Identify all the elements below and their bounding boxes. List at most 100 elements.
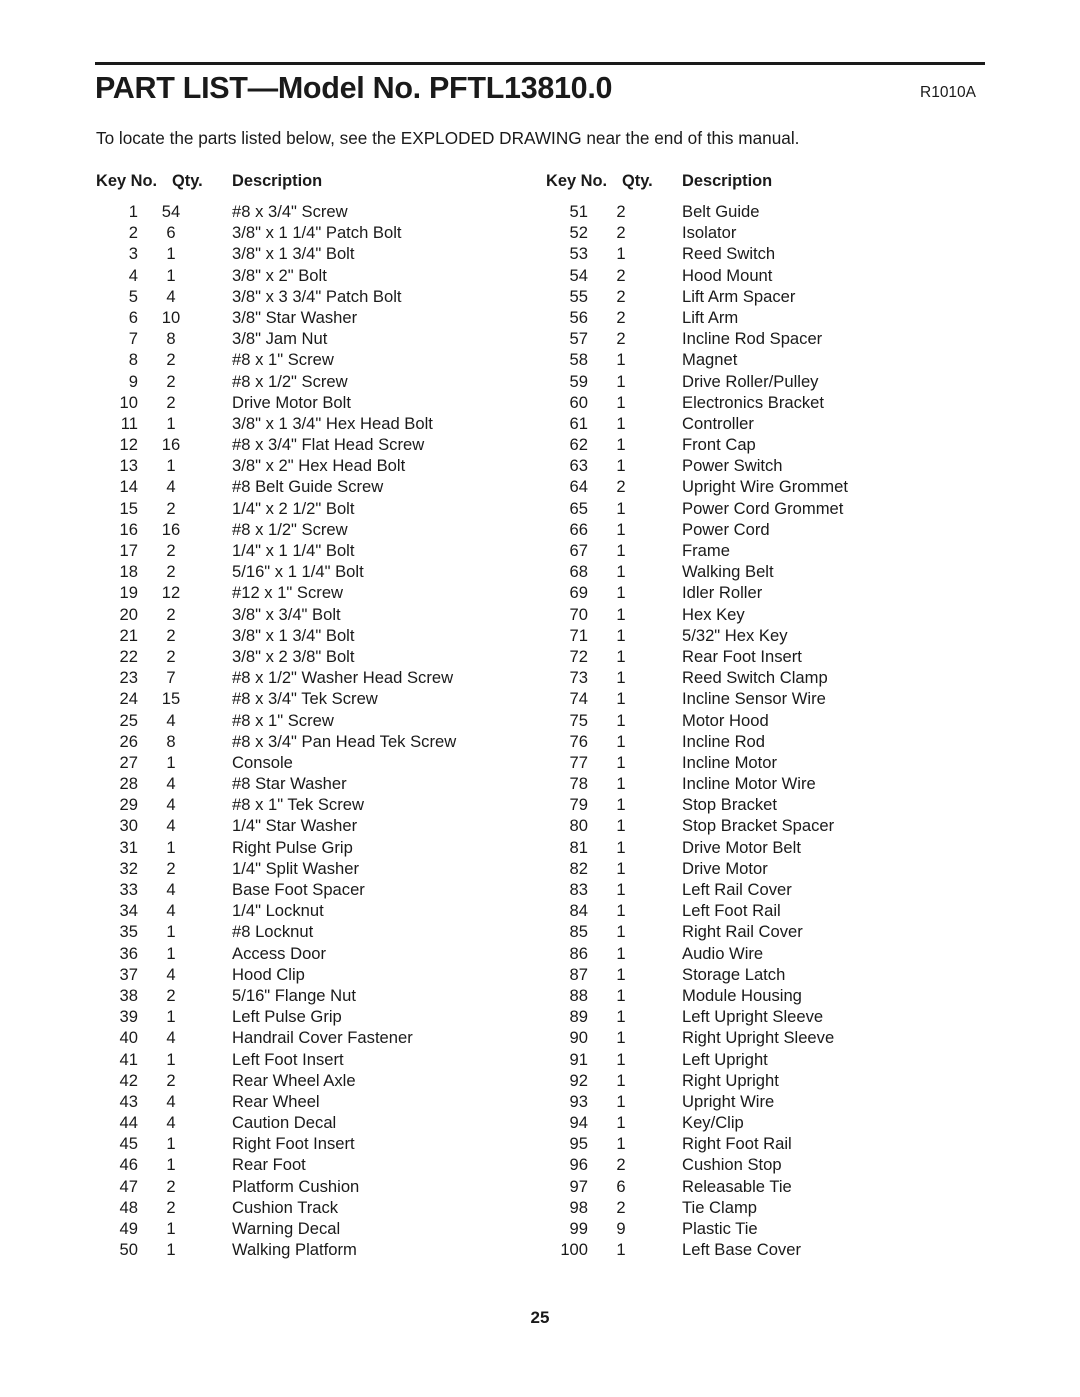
cell-description: Drive Motor Bolt: [232, 392, 351, 412]
part-list-page: PART LIST—Model No. PFTL13810.0 R1010A T…: [0, 0, 1080, 1397]
cell-qty: 2: [166, 541, 176, 560]
cell-description: Rear Wheel: [232, 1091, 320, 1111]
cell-key-no: 30: [119, 816, 138, 836]
cell-description: Hex Key: [682, 604, 745, 624]
cell-key-no: 29: [119, 795, 138, 815]
cell-qty: 1: [616, 710, 626, 730]
cell-key-no: 17: [119, 541, 138, 560]
cell-key-no: 99: [569, 1219, 588, 1238]
cell-key-no: 23: [119, 668, 138, 688]
cell-key-no: 45: [119, 1134, 138, 1154]
cell-description: 3/8" x 1 3/4" Bolt: [232, 625, 355, 645]
cell-key-no: 2: [128, 223, 138, 243]
cell-description: #8 x 3/4" Pan Head Tek Screw: [232, 731, 457, 751]
cell-description: Platform Cushion: [232, 1176, 360, 1196]
cell-qty: 2: [166, 604, 176, 624]
cell-description: Magnet: [682, 350, 738, 370]
cell-key-no: 73: [569, 668, 588, 688]
cell-qty: 1: [166, 922, 176, 942]
cell-description: Reed Switch: [682, 244, 776, 264]
cell-key-no: 51: [569, 202, 588, 221]
cell-description: 3/8" Star Washer: [232, 307, 358, 327]
header-key-no: Key No.: [96, 172, 158, 190]
cell-qty: 1: [616, 858, 626, 878]
cell-qty: 1: [166, 1134, 176, 1154]
cell-qty: 2: [166, 392, 176, 412]
cell-key-no: 11: [120, 413, 138, 433]
cell-description: Right Upright Sleeve: [682, 1028, 835, 1048]
cell-key-no: 94: [569, 1113, 588, 1133]
header-qty: Qty.: [622, 172, 653, 190]
cell-key-no: 16: [119, 519, 138, 539]
cell-description: Left Base Cover: [682, 1240, 801, 1260]
cell-key-no: 64: [569, 477, 588, 497]
cell-qty: 1: [616, 795, 626, 815]
cell-key-no: 69: [569, 583, 588, 603]
cell-key-no: 33: [119, 880, 138, 899]
cell-qty: 1: [616, 1240, 626, 1260]
cell-key-no: 93: [569, 1091, 588, 1111]
cell-description: Reed Switch Clamp: [682, 668, 828, 688]
cell-qty: 4: [166, 774, 176, 794]
cell-description: Plastic Tie: [682, 1219, 758, 1238]
cell-qty: 1: [616, 456, 626, 476]
cell-key-no: 83: [569, 880, 588, 899]
cell-description: 5/16" Flange Nut: [232, 985, 356, 1005]
cell-key-no: 98: [569, 1197, 588, 1217]
cell-description: Left Rail Cover: [682, 880, 792, 899]
cell-qty: 1: [616, 922, 626, 942]
cell-key-no: 80: [569, 816, 588, 836]
cell-qty: 7: [166, 668, 176, 688]
cell-qty: 6: [616, 1176, 626, 1196]
cell-qty: 2: [616, 307, 626, 327]
cell-key-no: 72: [569, 646, 588, 666]
cell-key-no: 4: [128, 265, 138, 285]
cell-key-no: 18: [119, 562, 138, 582]
cell-key-no: 9: [128, 371, 138, 391]
cell-key-no: 57: [569, 329, 588, 349]
cell-qty: 2: [166, 646, 176, 666]
cell-key-no: 32: [119, 858, 138, 878]
cell-qty: 1: [616, 964, 626, 984]
cell-qty: 1: [616, 943, 626, 963]
cell-qty: 1: [616, 1113, 626, 1133]
cell-description: Stop Bracket: [682, 795, 778, 815]
cell-description: Module Housing: [682, 985, 802, 1005]
cell-description: Incline Motor Wire: [682, 774, 816, 794]
cell-qty: 1: [616, 985, 626, 1005]
cell-qty: 16: [161, 519, 181, 539]
cell-description: Left Upright: [682, 1049, 768, 1069]
cell-description: 1/4" Locknut: [232, 901, 324, 921]
cell-qty: 1: [616, 1028, 626, 1048]
cell-key-no: 82: [569, 858, 588, 878]
cell-description: 1/4" Star Washer: [232, 816, 358, 836]
cell-key-no: 55: [569, 286, 588, 306]
cell-qty: 4: [166, 1113, 176, 1133]
cell-qty: 1: [166, 456, 176, 476]
cell-qty: 1: [616, 392, 626, 412]
cell-description: #8 x 1/2" Screw: [232, 371, 348, 391]
cell-key-no: 3: [128, 244, 138, 264]
cell-key-no: 43: [119, 1091, 138, 1111]
cell-key-no: 59: [569, 371, 588, 391]
cell-key-no: 53: [569, 244, 588, 264]
cell-key-no: 19: [119, 583, 138, 603]
cell-description: Drive Roller/Pulley: [682, 371, 819, 391]
cell-qty: 2: [166, 858, 176, 878]
cell-key-no: 10: [119, 392, 138, 412]
cell-qty: 2: [166, 1197, 176, 1217]
cell-qty: 1: [616, 689, 626, 709]
cell-key-no: 38: [119, 985, 138, 1005]
cell-key-no: 37: [119, 964, 138, 984]
cell-qty: 8: [166, 731, 176, 751]
cell-qty: 1: [616, 625, 626, 645]
cell-qty: 1: [616, 519, 626, 539]
cell-description: 3/8" x 3/4" Bolt: [232, 604, 341, 624]
cell-description: Incline Sensor Wire: [682, 689, 826, 709]
cell-key-no: 44: [119, 1113, 138, 1133]
cell-description: #8 x 3/4" Screw: [232, 202, 348, 221]
cell-description: 3/8" x 1 1/4" Patch Bolt: [232, 223, 402, 243]
cell-description: #8 Locknut: [232, 922, 314, 942]
cell-description: Rear Wheel Axle: [232, 1070, 356, 1090]
cell-key-no: 28: [119, 774, 138, 794]
